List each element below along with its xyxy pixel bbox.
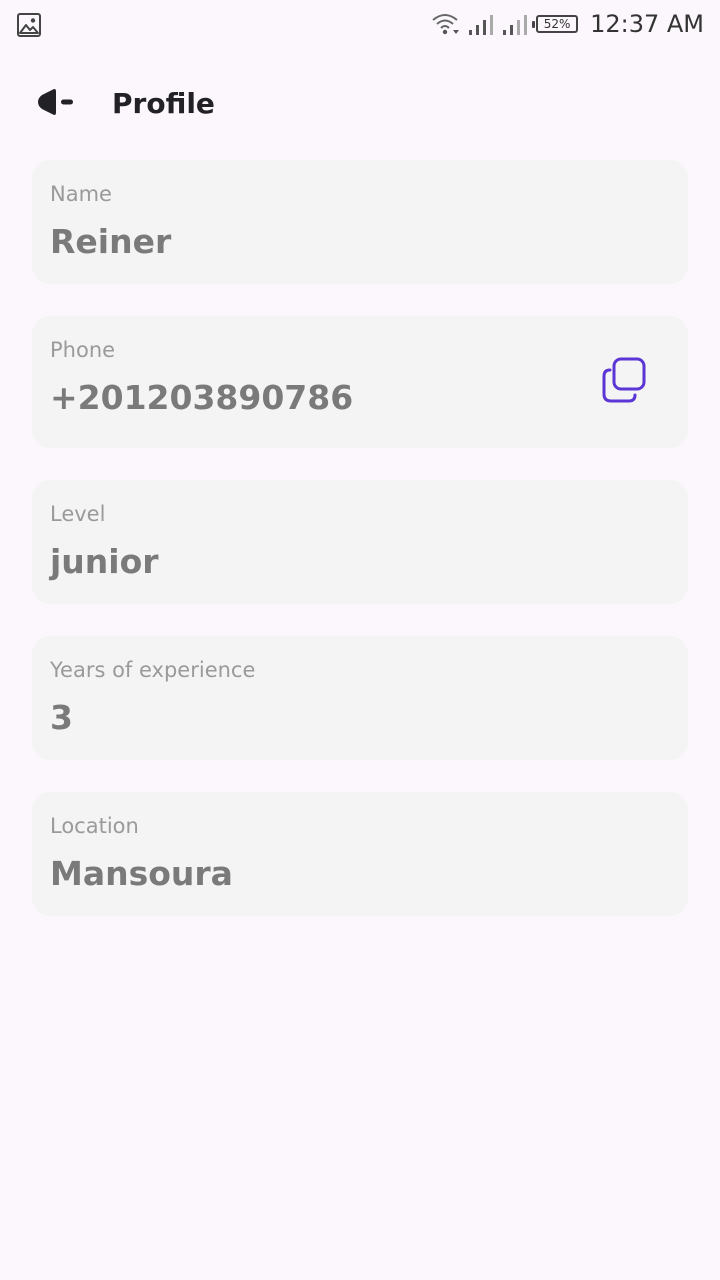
level-label: Level [50, 502, 106, 526]
phone-field: Phone +201203890786 [32, 316, 688, 448]
location-field: Location Mansoura [32, 792, 688, 916]
phone-label: Phone [50, 338, 116, 362]
level-value: junior [50, 542, 159, 581]
name-label: Name [50, 182, 112, 206]
signal-icon [502, 12, 528, 36]
experience-value: 3 [50, 698, 73, 737]
battery-indicator: 52% [532, 15, 579, 33]
copy-icon [601, 357, 647, 407]
battery-level: 52% [543, 17, 571, 31]
copy-phone-button[interactable] [600, 357, 648, 407]
page-title: Profile [112, 87, 215, 120]
gallery-icon [16, 12, 42, 38]
level-field: Level junior [32, 480, 688, 604]
name-field: Name Reiner [32, 160, 688, 284]
wifi-icon [430, 11, 460, 37]
app-bar: Profile [0, 64, 720, 144]
experience-label: Years of experience [50, 658, 256, 682]
location-value: Mansoura [50, 854, 233, 893]
back-arrow-icon [36, 88, 76, 120]
status-bar: 52% 12:37 AM [0, 0, 720, 48]
name-value: Reiner [50, 222, 172, 261]
phone-value: +201203890786 [50, 378, 354, 417]
status-time: 12:37 AM [590, 10, 704, 38]
experience-field: Years of experience 3 [32, 636, 688, 760]
location-label: Location [50, 814, 139, 838]
back-button[interactable] [24, 80, 88, 128]
signal-icon [468, 12, 494, 36]
